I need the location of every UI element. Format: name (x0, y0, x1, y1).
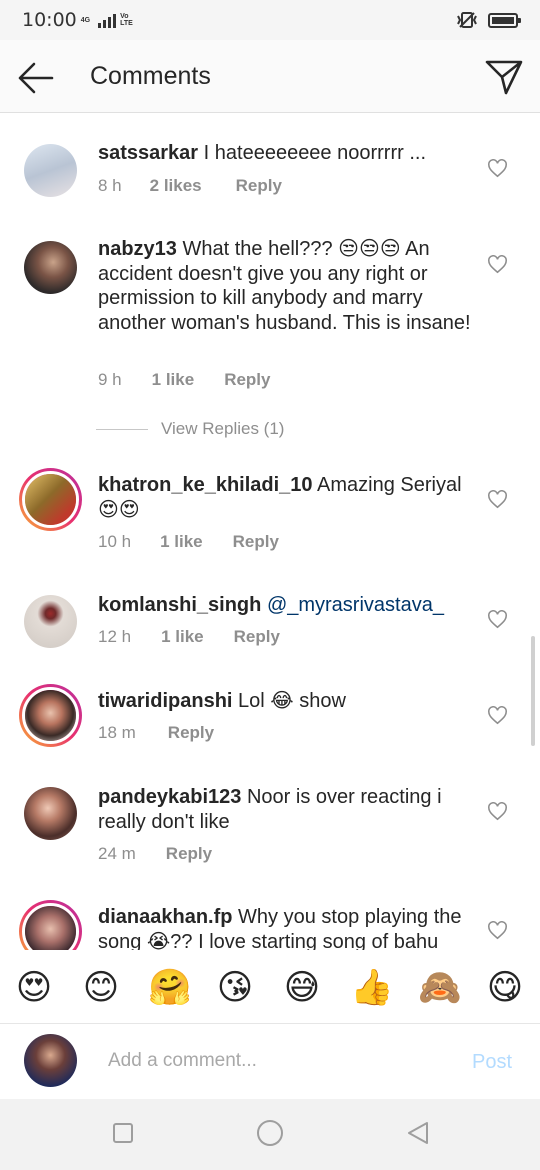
replies-divider (96, 428, 148, 430)
comment-time: 24 m (98, 844, 136, 863)
avatar[interactable] (19, 684, 82, 747)
scrollbar[interactable] (531, 636, 535, 746)
emoji-kiss[interactable]: 😘 (215, 968, 255, 1008)
avatar[interactable] (24, 595, 77, 648)
back-arrow-icon[interactable] (16, 60, 56, 96)
comment-text: pandeykabi123 Noor is over reacting i re… (98, 785, 476, 834)
comment-likes[interactable]: 1 like (160, 532, 203, 552)
heart-icon[interactable] (487, 255, 508, 274)
comment-likes[interactable]: 1 like (161, 627, 204, 647)
view-replies-button[interactable]: View Replies (1) (96, 419, 284, 439)
heart-icon[interactable] (487, 159, 508, 178)
system-nav-bar (0, 1099, 540, 1170)
vibrate-icon (457, 12, 477, 28)
heart-icon[interactable] (487, 490, 508, 509)
status-time: 10:00 (22, 9, 77, 31)
heart-icon[interactable] (487, 610, 508, 629)
direct-send-icon[interactable] (484, 57, 524, 97)
emoji-yum[interactable]: 😋 (485, 968, 525, 1008)
reply-button[interactable]: Reply (233, 532, 279, 552)
comment-username[interactable]: komlanshi_singh (98, 594, 261, 616)
comment-input-bar: Post (0, 1024, 540, 1099)
comment-meta: 8 h 2 likes Reply (98, 176, 282, 196)
comment-username[interactable]: dianaakhan.fp (98, 906, 232, 928)
avatar[interactable] (24, 787, 77, 840)
comment-time: 12 h (98, 627, 132, 646)
back-triangle-icon[interactable] (405, 1120, 431, 1146)
comment-time: 10 h (98, 532, 132, 551)
comment-time: 8 h (98, 176, 122, 195)
reply-button[interactable]: Reply (236, 176, 282, 196)
heart-icon[interactable] (487, 802, 508, 821)
avatar-photo (24, 241, 77, 294)
emoji-thumbs-up[interactable]: 👍 (350, 968, 394, 1008)
comment-text: komlanshi_singh @_myrasrivastava_ (98, 593, 476, 618)
comment-time: 9 h (98, 370, 122, 389)
comment-username[interactable]: khatron_ke_khiladi_10 (98, 474, 313, 496)
status-bar: 10:00 4G Vo LTE (0, 0, 540, 40)
avatar[interactable] (19, 900, 82, 950)
emoji-sweat-smile[interactable]: 😅 (282, 968, 322, 1008)
comment-text: khatron_ke_khiladi_10 Amazing Seriyal 😍😍 (98, 473, 476, 522)
comment-time: 18 m (98, 723, 136, 742)
comment-text: dianaakhan.fp Why you stop playing the s… (98, 905, 476, 950)
emoji-smile[interactable]: 😊 (81, 968, 121, 1008)
app-header: Comments (0, 40, 540, 113)
comment-meta: 10 h 1 like Reply (98, 532, 279, 552)
comment-meta: 9 h 1 like Reply (98, 370, 270, 390)
comment-body: Lol 😂 show (238, 690, 346, 712)
avatar-photo (24, 144, 77, 197)
comment-likes[interactable]: 2 likes (150, 176, 202, 196)
comment-text: satssarkar I hateeeeeeee noorrrrr ... (98, 141, 476, 166)
heart-icon[interactable] (487, 921, 508, 940)
home-icon[interactable] (257, 1120, 283, 1146)
view-replies-label[interactable]: View Replies (1) (161, 419, 284, 439)
heart-icon[interactable] (487, 706, 508, 725)
emoji-quick-bar: 😍 😊 🤗 😘 😅 👍 🙈 😋 (0, 950, 540, 1024)
reply-button[interactable]: Reply (166, 844, 212, 864)
reply-button[interactable]: Reply (234, 627, 280, 647)
emoji-heart-eyes[interactable]: 😍 (14, 968, 54, 1008)
signal-icon (98, 12, 117, 28)
comment-username[interactable]: nabzy13 (98, 238, 177, 260)
emoji-see-no-evil[interactable]: 🙈 (418, 968, 462, 1008)
comment-meta: 12 h 1 like Reply (98, 627, 280, 647)
volte-indicator: Vo LTE (120, 13, 133, 27)
comments-list[interactable]: satssarkar I hateeeeeeee noorrrrr ... 8 … (0, 113, 540, 950)
my-avatar (24, 1034, 77, 1087)
post-button[interactable]: Post (472, 1051, 512, 1074)
comment-likes[interactable]: 1 like (152, 370, 195, 390)
comment-meta: 24 m Reply (98, 844, 212, 864)
avatar-photo (24, 1034, 77, 1087)
avatar-photo (25, 690, 76, 741)
avatar-photo (24, 595, 77, 648)
comment-username[interactable]: tiwaridipanshi (98, 690, 232, 712)
recent-apps-icon[interactable] (113, 1123, 133, 1143)
comment-username[interactable]: satssarkar (98, 142, 198, 164)
avatar[interactable] (19, 468, 82, 531)
battery-icon (488, 12, 521, 28)
reply-button[interactable]: Reply (224, 370, 270, 390)
comment-mention[interactable]: @_myrasrivastava_ (267, 594, 444, 616)
emoji-hug[interactable]: 🤗 (148, 968, 192, 1008)
comment-body: I hateeeeeeee noorrrrr ... (203, 142, 427, 164)
avatar[interactable] (24, 144, 77, 197)
avatar-photo (25, 474, 76, 525)
comment-text: tiwaridipanshi Lol 😂 show (98, 689, 476, 714)
reply-button[interactable]: Reply (168, 723, 214, 743)
avatar[interactable] (24, 241, 77, 294)
network-type: 4G (80, 16, 91, 24)
comment-text: nabzy13 What the hell??? 😒😒😒 An accident… (98, 237, 476, 335)
avatar-photo (25, 906, 76, 950)
comment-username[interactable]: pandeykabi123 (98, 786, 241, 808)
comment-meta: 18 m Reply (98, 723, 214, 743)
page-title: Comments (90, 62, 211, 90)
avatar-photo (24, 787, 77, 840)
add-comment-input[interactable] (108, 1050, 448, 1072)
